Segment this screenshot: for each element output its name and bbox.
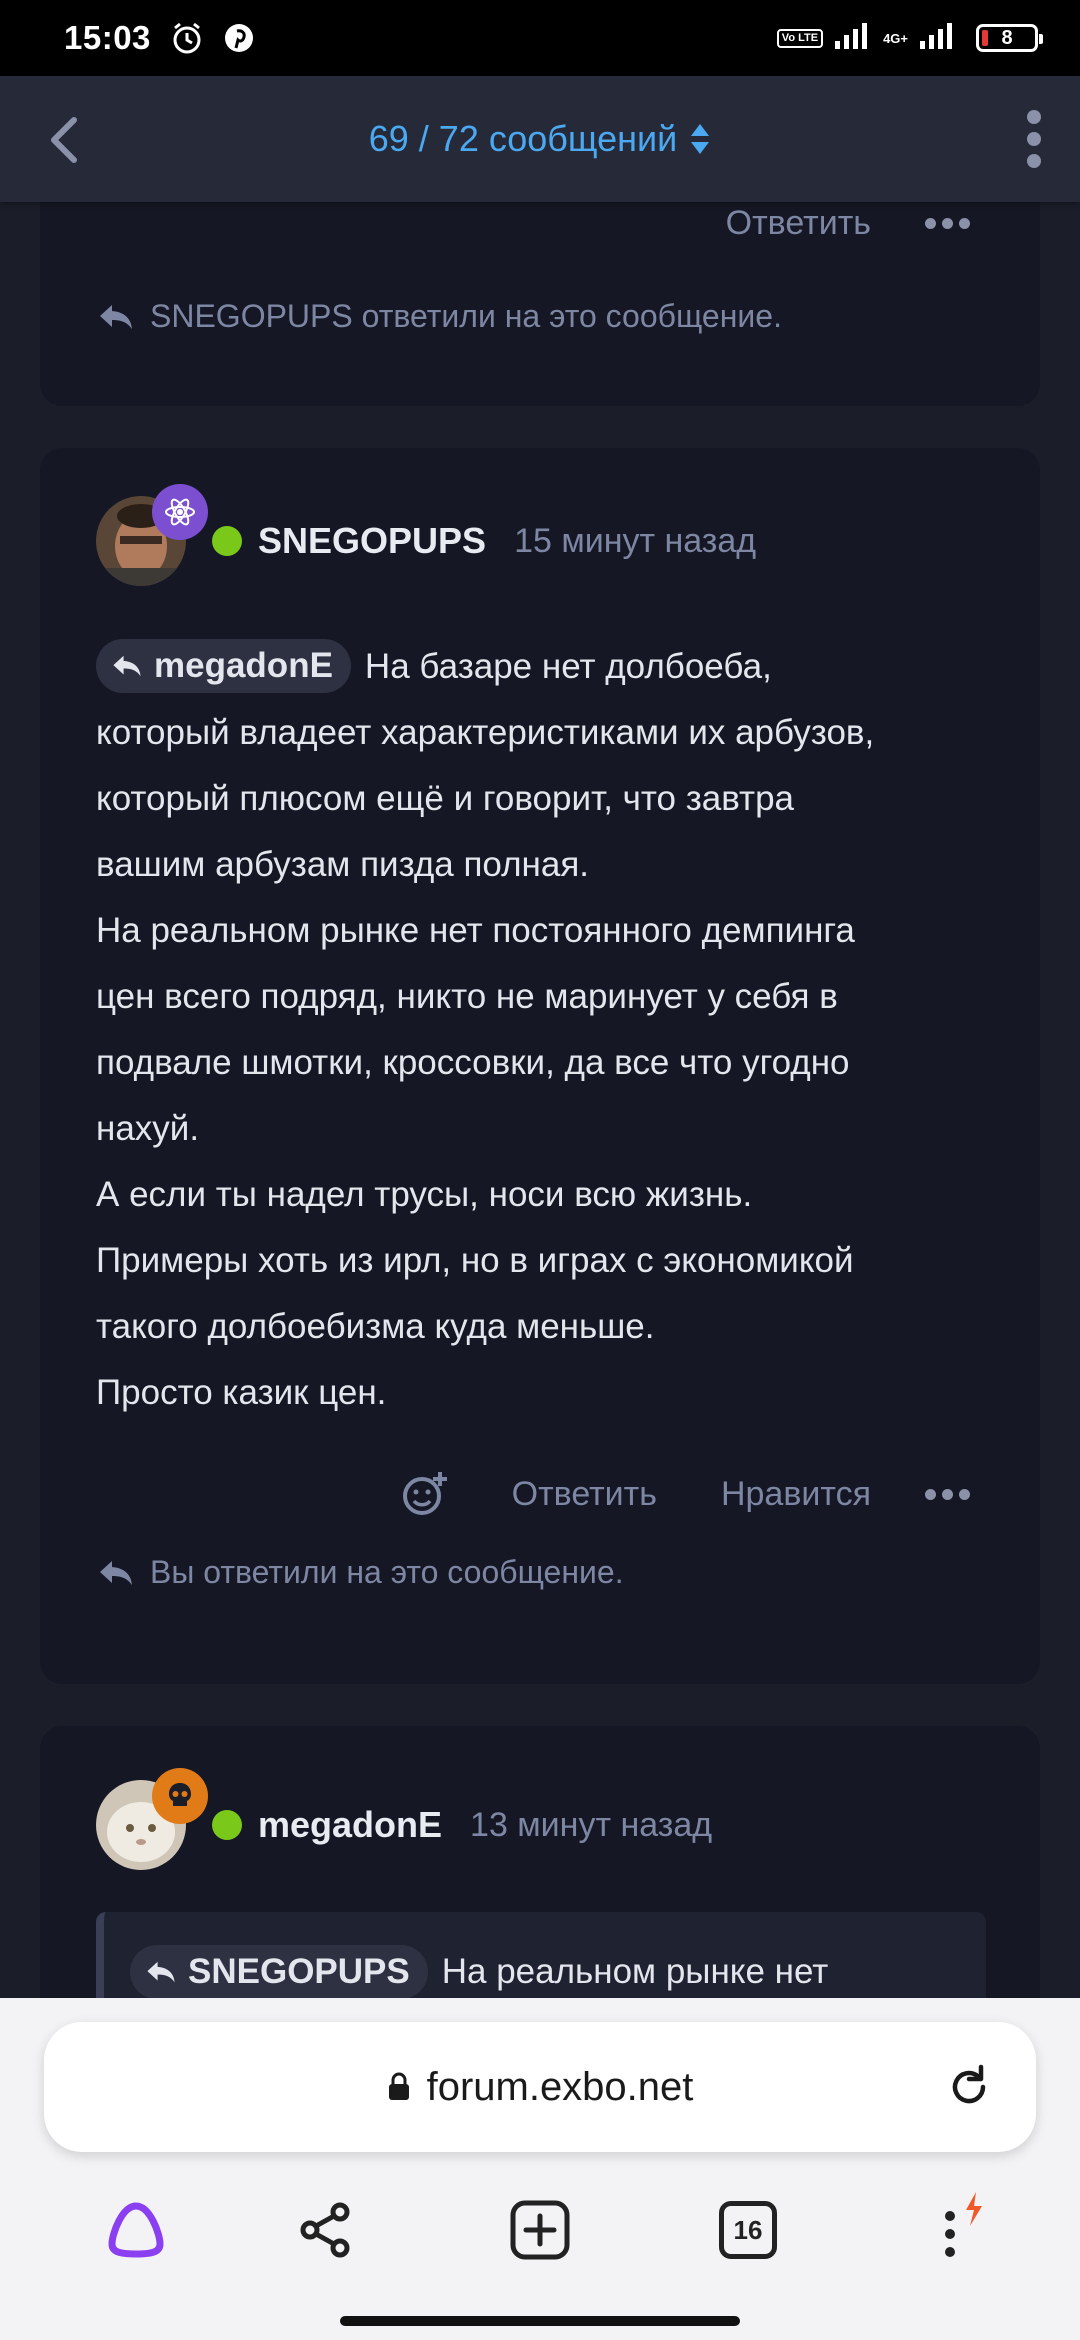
atom-badge-icon xyxy=(152,484,208,540)
status-indicators: Vo LTE 4G+ 8 xyxy=(776,21,1043,56)
tabs-button[interactable]: 16 xyxy=(708,2190,788,2270)
post-line: подвале шмотки, кроссовки, да все что уг… xyxy=(96,1043,850,1082)
avatar[interactable] xyxy=(96,1768,208,1870)
top-app-bar: 69 / 72 сообщений xyxy=(0,76,1080,202)
replied-note-text: SNEGOPUPS ответили на это сообщение. xyxy=(150,298,782,334)
username[interactable]: megadonE xyxy=(258,1804,442,1846)
post-more-button[interactable] xyxy=(925,218,970,229)
lock-icon xyxy=(388,2072,409,2100)
signal-icon xyxy=(833,21,873,56)
tabs-count: 16 xyxy=(719,2201,777,2259)
avatar[interactable] xyxy=(96,484,208,586)
status-bar: 15:03 Vo LTE 4G+ 8 xyxy=(0,0,1080,76)
post-more-button[interactable] xyxy=(925,1488,970,1500)
post-counter-label: 69 / 72 сообщений xyxy=(368,118,678,159)
post-timestamp[interactable]: 15 минут назад xyxy=(514,522,756,561)
post-body: megadonE На базаре нет долбоеба, который … xyxy=(96,634,996,1426)
reply-mention-chip[interactable]: megadonE xyxy=(96,638,351,693)
post-line: нахуй. xyxy=(96,1109,200,1148)
battery-level: 8 xyxy=(1001,26,1013,49)
more-menu-button[interactable] xyxy=(1006,106,1062,172)
post-line: Примеры хоть из ирл, но в играх с эконом… xyxy=(96,1241,854,1280)
post-line-text: На базаре нет долбоеба, xyxy=(364,647,772,686)
post-line: А если ты надел трусы, носи всю жизнь. xyxy=(96,1175,753,1214)
post-line: вашим арбузам пизда полная. xyxy=(96,845,590,884)
reload-icon xyxy=(952,2064,986,2104)
quote-text: На реальном рынке нет xyxy=(441,1952,829,1991)
reply-button[interactable]: Ответить xyxy=(726,204,871,243)
battery-icon: 8 xyxy=(976,24,1043,52)
network-type: 4G+ xyxy=(883,30,908,46)
menu-dots-icon xyxy=(945,2192,982,2257)
back-button[interactable] xyxy=(36,112,92,168)
alice-icon xyxy=(108,2202,164,2258)
post-line: который плюсом ещё и говорит, что завтра xyxy=(96,779,795,818)
post-actions: Ответить xyxy=(662,204,970,243)
reply-mention-name: megadonE xyxy=(154,645,333,685)
post-line: такого долбоебизма куда меньше. xyxy=(96,1307,655,1346)
post-line: цен всего подряд, никто не маринует у се… xyxy=(96,977,838,1016)
skull-badge-icon xyxy=(152,1768,208,1824)
share-icon xyxy=(300,2202,350,2258)
browser-bottom-nav: 16 xyxy=(0,2190,1080,2270)
status-time: 15:03 xyxy=(64,19,151,56)
address-bar[interactable]: forum.exbo.net xyxy=(44,2022,1036,2152)
smile-plus-icon xyxy=(402,1472,447,1515)
volte-icon: Vo LTE xyxy=(776,28,824,48)
post-actions: Ответить Нравится xyxy=(400,1470,970,1518)
reply-arrow-icon xyxy=(100,304,132,329)
replied-note[interactable]: SNEGOPUPS ответили на это сообщение. xyxy=(96,298,782,335)
post-header: megadonE 13 минут назад xyxy=(96,1768,712,1870)
reply-button[interactable]: Ответить xyxy=(512,1475,657,1514)
post-card: SNEGOPUPS 15 минут назад megadonE На база… xyxy=(40,448,1040,1684)
signal-icon-2 xyxy=(918,21,958,56)
online-indicator xyxy=(212,526,242,556)
reload-button[interactable] xyxy=(942,2060,996,2114)
online-indicator xyxy=(212,1810,242,1840)
sort-icon xyxy=(689,122,711,156)
post-counter-dropdown[interactable]: 69 / 72 сообщений xyxy=(369,118,712,160)
new-tab-button[interactable] xyxy=(500,2190,580,2270)
post-timestamp[interactable]: 13 минут назад xyxy=(470,1806,712,1845)
replied-note-text: Вы ответили на это сообщение. xyxy=(150,1554,624,1590)
username[interactable]: SNEGOPUPS xyxy=(258,520,486,562)
reply-mention-chip[interactable]: SNEGOPUPS xyxy=(130,1945,428,1999)
reply-arrow-icon xyxy=(147,1961,175,1983)
replied-note[interactable]: Вы ответили на это сообщение. xyxy=(96,1554,624,1591)
alarm-icon xyxy=(169,20,205,56)
browser-toolbar: forum.exbo.net 16 xyxy=(0,1998,1080,2340)
post-header: SNEGOPUPS 15 минут назад xyxy=(96,484,756,586)
like-button[interactable]: Нравится xyxy=(721,1475,871,1514)
post-line: который владеет характеристиками их арбу… xyxy=(96,713,875,752)
post-line: Просто казик цен. xyxy=(96,1373,387,1412)
alice-assistant-button[interactable] xyxy=(96,2190,176,2270)
post-line: На реальном рынке нет постоянного демпин… xyxy=(96,911,855,950)
plus-square-icon xyxy=(510,2200,570,2260)
post-line: megadonE На базаре нет долбоеба, xyxy=(96,634,996,700)
url-text: forum.exbo.net xyxy=(426,2064,694,2109)
chevron-left-icon xyxy=(51,117,77,163)
browser-menu-button[interactable] xyxy=(920,2190,1000,2270)
share-button[interactable] xyxy=(286,2190,366,2270)
reply-mention-name: SNEGOPUPS xyxy=(188,1952,410,1991)
gesture-bar[interactable] xyxy=(340,2316,740,2326)
reply-arrow-icon xyxy=(113,655,141,676)
add-reaction-button[interactable] xyxy=(400,1470,448,1518)
pinterest-icon xyxy=(223,22,255,54)
reply-arrow-icon xyxy=(100,1560,132,1585)
